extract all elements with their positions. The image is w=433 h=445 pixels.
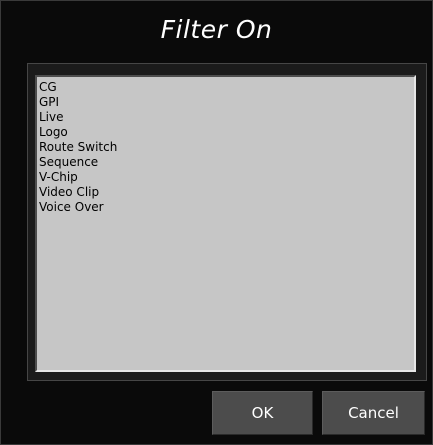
list-item-voice-over[interactable]: Voice Over xyxy=(39,200,414,215)
list-item-logo[interactable]: Logo xyxy=(39,125,414,140)
cancel-button[interactable]: Cancel xyxy=(322,391,425,435)
list-item-gpi[interactable]: GPI xyxy=(39,95,414,110)
filter-listbox[interactable]: CG GPI Live Logo Route Switch Sequence V… xyxy=(35,75,416,372)
list-item-live[interactable]: Live xyxy=(39,110,414,125)
ok-button[interactable]: OK xyxy=(212,391,313,435)
filter-dialog: Filter On CG GPI Live Logo Route Switch … xyxy=(0,0,433,445)
list-item-route-switch[interactable]: Route Switch xyxy=(39,140,414,155)
list-item-sequence[interactable]: Sequence xyxy=(39,155,414,170)
list-item-video-clip[interactable]: Video Clip xyxy=(39,185,414,200)
list-item-cg[interactable]: CG xyxy=(39,80,414,95)
dialog-title: Filter On xyxy=(160,15,273,44)
list-item-v-chip[interactable]: V-Chip xyxy=(39,170,414,185)
